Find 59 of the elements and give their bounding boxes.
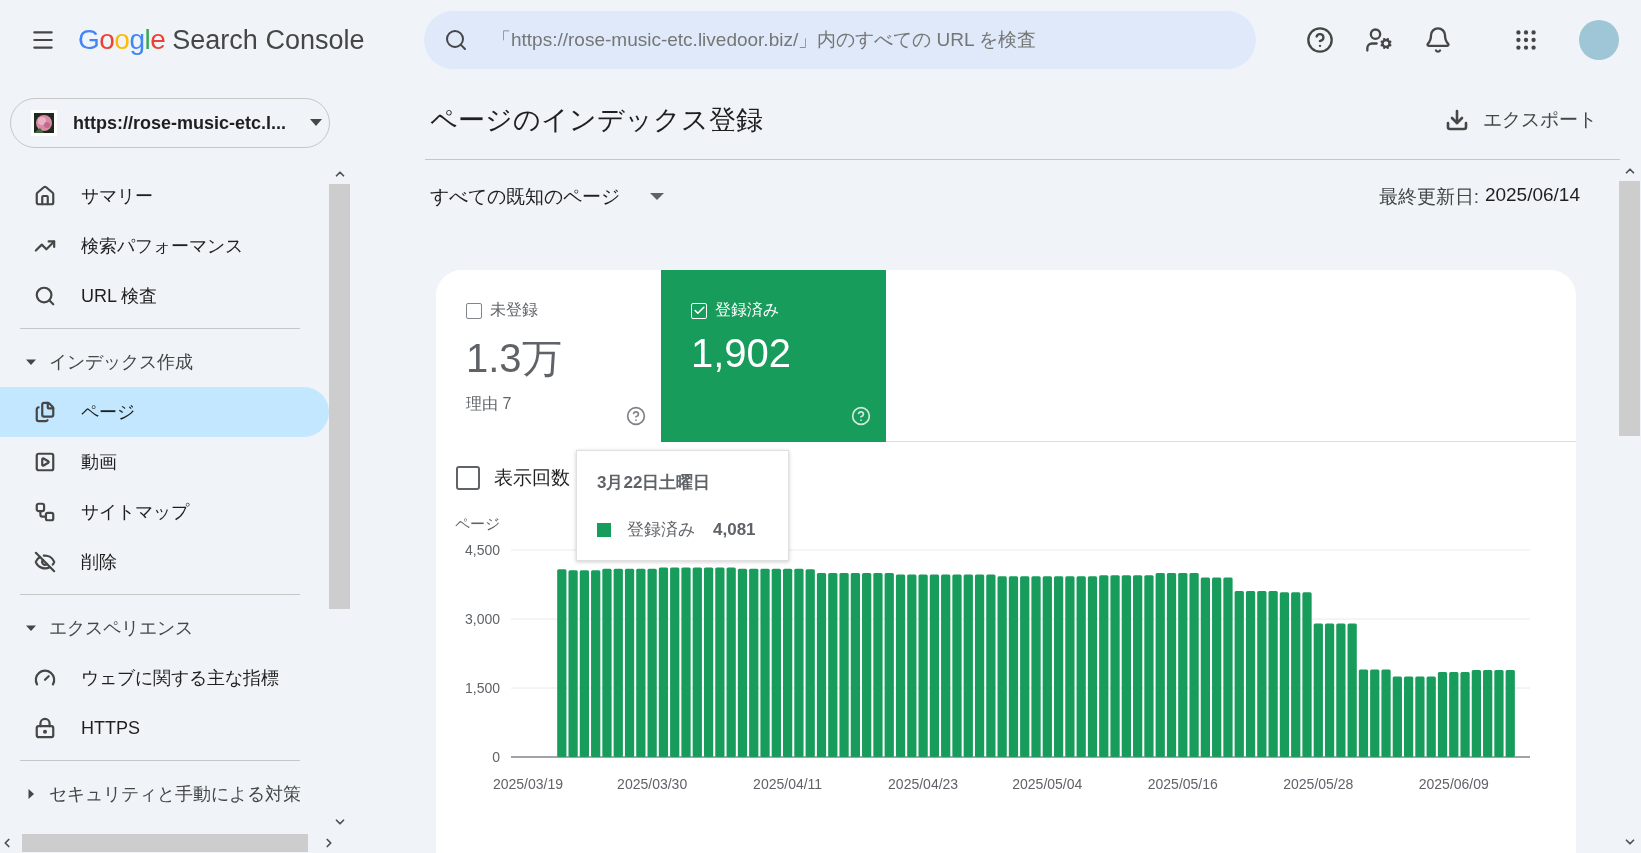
axis-label: 4,500	[464, 542, 500, 558]
section-header[interactable]: セキュリティと手動による対策	[0, 769, 329, 819]
product-name: Search Console	[172, 25, 365, 56]
search-input[interactable]: 「https://rose-music-etc.livedoor.biz/」内のすべての URL を検査	[490, 28, 1256, 52]
last-updated: 最終更新日: 2025/06/14	[1378, 184, 1580, 209]
export-button[interactable]: エクスポート	[1439, 105, 1603, 134]
axis-label: 2025/05/16	[1147, 776, 1218, 792]
nav-item[interactable]: HTTPS	[0, 703, 329, 753]
nav-icon	[34, 285, 56, 307]
caret-icon	[310, 119, 323, 127]
tile-label: 登録済み	[715, 300, 779, 320]
axis-label: 0	[492, 749, 500, 765]
section-header[interactable]: エクスペリエンス	[0, 603, 329, 653]
checkbox-label: 表示回数	[494, 466, 570, 490]
tile-note: 理由 7	[466, 394, 513, 414]
settings-button[interactable]	[1365, 26, 1393, 54]
axis-label: 2025/03/30	[617, 776, 688, 792]
page-title: ページのインデックス登録	[430, 103, 763, 137]
search-field[interactable]: 「https://rose-music-etc.livedoor.biz/」内のすべての URL を検査	[424, 11, 1256, 69]
download-icon	[1445, 107, 1469, 132]
help-button[interactable]	[1306, 26, 1334, 54]
axis-title: ページ	[455, 515, 500, 532]
tile-value: 1,902	[691, 331, 793, 376]
nav-icon	[34, 185, 56, 207]
section-header[interactable]: インデックス作成	[0, 337, 329, 387]
axis-label: 2025/06/09	[1418, 776, 1489, 792]
checkbox[interactable]	[456, 466, 480, 490]
nav-icon	[34, 551, 56, 573]
search-icon	[444, 28, 468, 52]
caret-icon	[650, 193, 664, 201]
nav-icon	[34, 451, 56, 473]
apps-button[interactable]	[1513, 27, 1539, 53]
property-selector[interactable]: https://rose-music-etc.l...	[10, 98, 330, 148]
nav-icon	[34, 401, 56, 423]
nav-item[interactable]: ページ	[0, 387, 329, 437]
axis-label: 3,000	[464, 611, 500, 627]
tile-value: 1.3万	[466, 335, 563, 382]
notifications-button[interactable]	[1424, 26, 1452, 54]
axis-label: 1,500	[464, 680, 500, 696]
nav-item[interactable]: ウェブに関する主な指標	[0, 653, 329, 703]
axis-label: 2025/05/28	[1283, 776, 1354, 792]
axis-label: 2025/04/11	[753, 776, 823, 792]
axis-label: 2025/04/23	[888, 776, 959, 792]
logo: Google	[78, 24, 166, 56]
axis-label: 2025/03/19	[492, 776, 563, 792]
checkbox[interactable]	[466, 302, 482, 319]
nav-item[interactable]: 削除	[0, 537, 329, 587]
filter-dropdown[interactable]: すべての既知のページ	[430, 184, 664, 214]
nav-icon	[34, 717, 56, 739]
chart-tooltip: 3月22日土曜日 登録済み 4,081	[576, 450, 789, 561]
tile-label: 未登録	[490, 300, 538, 320]
nav-item[interactable]: 動画	[0, 437, 329, 487]
help-icon[interactable]	[626, 406, 646, 426]
nav-item[interactable]: URL 検査	[0, 271, 329, 321]
nav-icon	[34, 501, 56, 523]
nav-item[interactable]: サイトマップ	[0, 487, 329, 537]
nav-item[interactable]: サマリー	[0, 171, 329, 221]
nav-item[interactable]: 検索パフォーマンス	[0, 221, 329, 271]
axis-label: 2025/05/04	[1012, 776, 1083, 792]
